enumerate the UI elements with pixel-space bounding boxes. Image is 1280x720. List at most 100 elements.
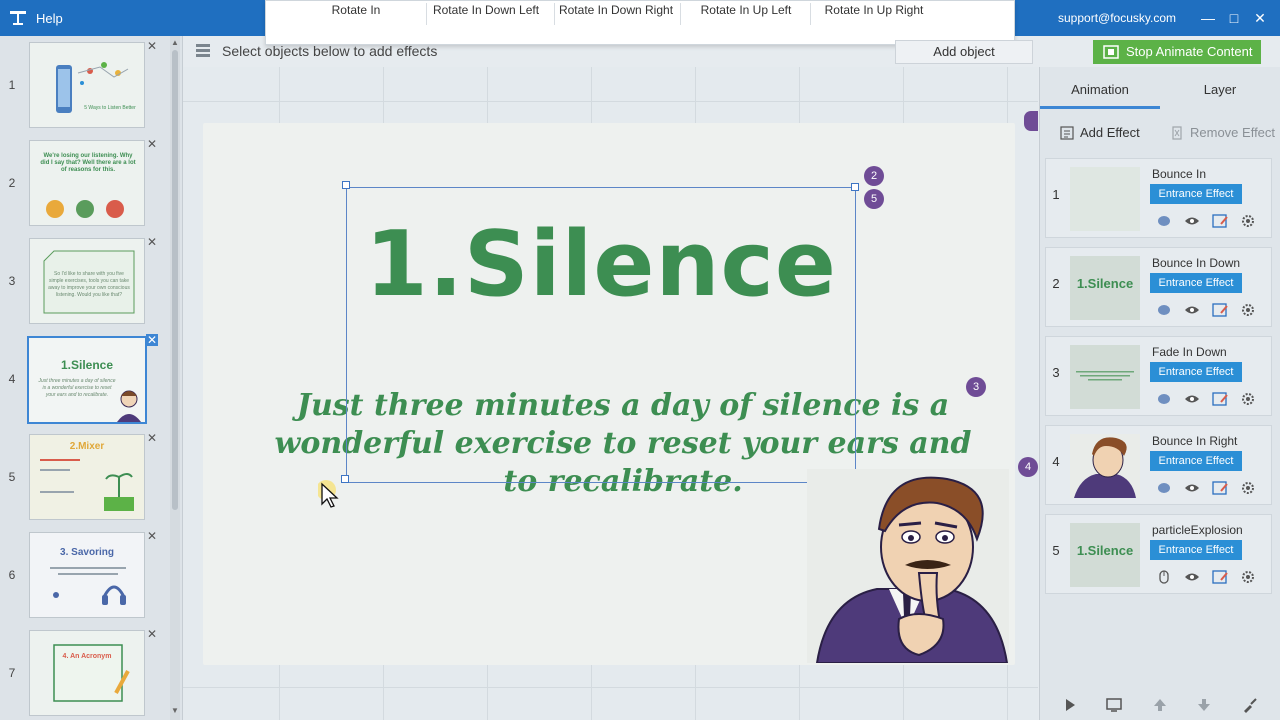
effect-type-button[interactable]: Entrance Effect (1150, 451, 1242, 471)
divider (810, 3, 811, 25)
effect-toolbar: Add Effect Remove Effect (1040, 117, 1280, 153)
add-effect-button[interactable]: Add Effect (1060, 125, 1140, 140)
effect-number: 5 (1052, 543, 1060, 558)
slide-4-caption: Just three minutes a day of silence is a… (38, 378, 116, 398)
help-menu[interactable]: Help (36, 11, 63, 26)
preview-eye-icon[interactable] (1184, 481, 1200, 495)
slide-6-graphic (50, 567, 126, 605)
delete-slide-icon[interactable]: ✕ (146, 530, 158, 542)
slide-item-6[interactable]: 6 3. Savoring ✕ (0, 530, 170, 622)
effect-type-button[interactable]: Entrance Effect (1150, 273, 1242, 293)
effect-item-5[interactable]: 5 1.Silence particleExplosion Entrance E… (1045, 514, 1272, 594)
animation-order-badge[interactable]: 5 (864, 189, 884, 209)
effect-type-button[interactable]: Entrance Effect (1150, 540, 1242, 560)
support-email[interactable]: support@focusky.com (1058, 11, 1176, 25)
mouse-click-icon[interactable] (1156, 303, 1172, 317)
effect-name: particleExplosion (1152, 523, 1243, 537)
shushing-man-image[interactable] (807, 469, 1009, 663)
slide-item-1[interactable]: 1 5 Ways to Listen Better ✕ (0, 40, 170, 132)
slide-item-2[interactable]: 2 We're losing our listening. Why did I … (0, 138, 170, 230)
preview-screen-icon[interactable] (1106, 697, 1122, 713)
slides-scroll-thumb[interactable] (172, 50, 178, 510)
canvas-area[interactable]: 1.Silence Just three minutes a day of si… (183, 67, 1038, 720)
maximize-icon[interactable]: □ (1224, 8, 1244, 28)
effect-thumbnail (1070, 345, 1140, 409)
slide-7-title: 4. An Acronym (62, 653, 112, 660)
move-up-icon[interactable] (1152, 697, 1168, 713)
preview-eye-icon[interactable] (1184, 570, 1200, 584)
effect-item-3[interactable]: 3 Fade In Down Entrance Effect (1045, 336, 1272, 416)
settings-gear-icon[interactable] (1240, 481, 1256, 495)
settings-gear-icon[interactable] (1240, 570, 1256, 584)
minimize-icon[interactable]: — (1198, 8, 1218, 28)
mouse-click-icon[interactable] (1156, 392, 1172, 406)
close-icon[interactable]: ✕ (1250, 8, 1270, 28)
effect-item-4[interactable]: 4 Bounce In Right Entrance Effect (1045, 425, 1272, 505)
help-icon[interactable] (8, 9, 28, 27)
delete-slide-icon[interactable]: ✕ (146, 628, 158, 640)
selection-box[interactable] (346, 187, 856, 483)
slide-thumbnail[interactable]: 1.Silence Just three minutes a day of si… (27, 336, 147, 424)
scroll-down-icon[interactable]: ▼ (169, 706, 181, 716)
slide-thumbnail[interactable]: We're losing our listening. Why did I sa… (29, 140, 145, 226)
delete-slide-icon[interactable]: ✕ (146, 138, 158, 150)
play-icon[interactable] (1062, 697, 1078, 713)
effect-item-1[interactable]: 1 Bounce In Entrance Effect (1045, 158, 1272, 238)
effect-option-rotate-in-down-left[interactable]: Rotate In Down Left (430, 3, 542, 21)
edit-effect-icon[interactable] (1212, 481, 1228, 495)
divider (426, 3, 427, 25)
slide-thumbnail[interactable]: 3. Savoring (29, 532, 145, 618)
effect-option-rotate-in[interactable]: Rotate In (306, 3, 406, 21)
effect-type-button[interactable]: Entrance Effect (1150, 184, 1242, 204)
animation-order-badge[interactable]: 4 (1018, 457, 1038, 477)
add-object-button[interactable]: Add object (895, 40, 1033, 64)
move-down-icon[interactable] (1196, 697, 1212, 713)
preview-eye-icon[interactable] (1184, 214, 1200, 228)
effect-option-rotate-in-down-right[interactable]: Rotate In Down Right (558, 3, 674, 21)
edit-effect-icon[interactable] (1212, 392, 1228, 406)
clear-brush-icon[interactable] (1242, 697, 1258, 713)
scroll-up-icon[interactable]: ▲ (169, 38, 181, 48)
stop-animate-content-button[interactable]: Stop Animate Content (1093, 40, 1261, 64)
effect-option-rotate-in-up-right[interactable]: Rotate In Up Right (818, 3, 930, 21)
effect-type-button[interactable]: Entrance Effect (1150, 362, 1242, 382)
animation-order-badge[interactable]: 2 (864, 166, 884, 186)
delete-slide-icon[interactable]: ✕ (146, 334, 158, 346)
resize-handle[interactable] (342, 181, 350, 189)
mouse-click-icon[interactable] (1156, 481, 1172, 495)
animation-order-badge[interactable]: 3 (966, 377, 986, 397)
edit-effect-icon[interactable] (1212, 570, 1228, 584)
resize-handle[interactable] (341, 475, 349, 483)
settings-gear-icon[interactable] (1240, 392, 1256, 406)
resize-handle[interactable] (851, 183, 859, 191)
delete-slide-icon[interactable]: ✕ (146, 40, 158, 52)
slide-1-caption: 5 Ways to Listen Better (84, 105, 136, 111)
slide-thumbnail[interactable]: So I'd like to share with you five simpl… (29, 238, 145, 324)
preview-eye-icon[interactable] (1184, 303, 1200, 317)
edit-effect-icon[interactable] (1212, 303, 1228, 317)
preview-eye-icon[interactable] (1184, 392, 1200, 406)
slide-item-3[interactable]: 3 So I'd like to share with you five sim… (0, 236, 170, 328)
remove-effect-button[interactable]: Remove Effect (1170, 125, 1275, 140)
settings-gear-icon[interactable] (1240, 303, 1256, 317)
slide-thumbnail[interactable]: 4. An Acronym (29, 630, 145, 716)
animation-order-badge-partial[interactable] (1024, 111, 1038, 131)
tab-layer[interactable]: Layer (1160, 67, 1280, 109)
slide-thumbnail[interactable]: 5 Ways to Listen Better (29, 42, 145, 128)
slide-item-4[interactable]: 4 1.Silence Just three minutes a day of … (0, 334, 170, 426)
settings-gear-icon[interactable] (1240, 214, 1256, 228)
tab-animation[interactable]: Animation (1040, 67, 1160, 109)
slide-thumbnail[interactable]: 2.Mixer (29, 434, 145, 520)
effect-option-rotate-in-up-left[interactable]: Rotate In Up Left (690, 3, 802, 21)
delete-slide-icon[interactable]: ✕ (146, 432, 158, 444)
slide-5-title: 2.Mixer (69, 441, 105, 452)
slide-number: 3 (8, 274, 16, 288)
mouse-icon[interactable] (1156, 570, 1172, 584)
effect-item-2[interactable]: 2 1.Silence Bounce In Down Entrance Effe… (1045, 247, 1272, 327)
mouse-click-icon[interactable] (1156, 214, 1172, 228)
delete-slide-icon[interactable]: ✕ (146, 236, 158, 248)
effect-name: Bounce In Right (1152, 434, 1238, 448)
edit-effect-icon[interactable] (1212, 214, 1228, 228)
slide-item-7[interactable]: 7 4. An Acronym ✕ (0, 628, 170, 720)
slide-item-5[interactable]: 5 2.Mixer ✕ (0, 432, 170, 524)
